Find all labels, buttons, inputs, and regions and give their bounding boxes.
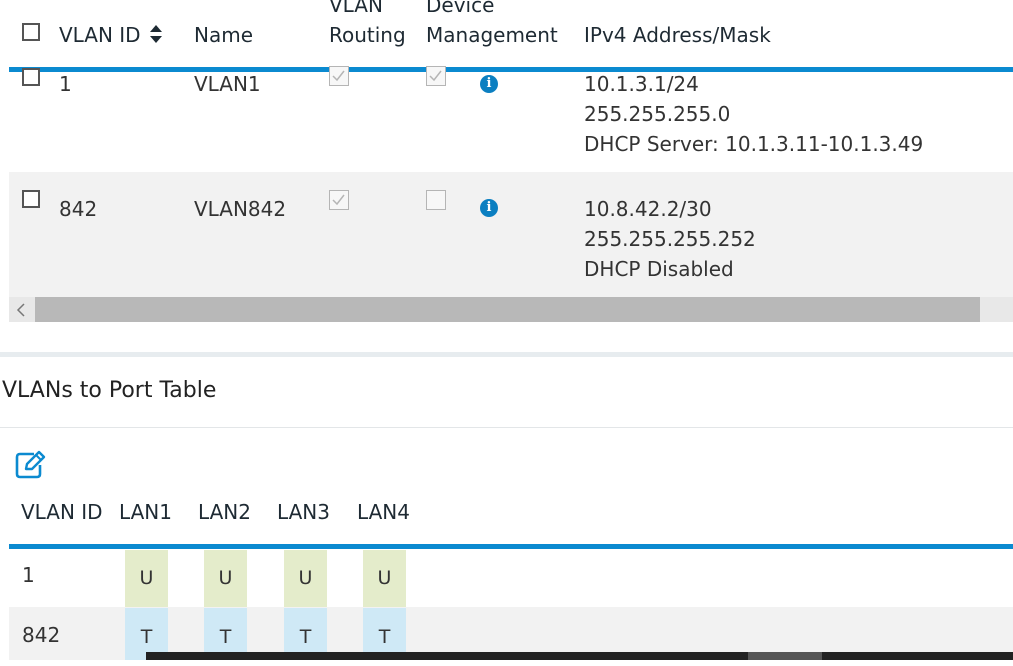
column-header-device-management-line2: Management (426, 23, 558, 47)
port-row-vlan-id: 1 (22, 563, 35, 587)
title-divider (0, 427, 1013, 428)
scrollbar-thumb[interactable] (35, 297, 980, 322)
info-icon[interactable]: i (480, 199, 498, 217)
select-all-checkbox[interactable] (22, 23, 40, 41)
port-tag-untagged: U (363, 550, 406, 607)
column-header-vlan-routing-line2: Routing (329, 23, 406, 47)
column-header-vlan-id-label: VLAN ID (59, 23, 141, 47)
column-header-vlan-routing-line1: VLAN (329, 0, 383, 17)
port-column-header-lan2: LAN2 (198, 500, 251, 524)
row-dhcp-info: DHCP Server: 10.1.3.11-10.1.3.49 (584, 132, 924, 156)
chevron-left-icon[interactable] (13, 301, 31, 319)
port-tag-untagged: U (204, 550, 247, 607)
row-select-checkbox[interactable] (22, 190, 40, 208)
row-dhcp-info: DHCP Disabled (584, 257, 734, 281)
row-vlan-name: VLAN1 (194, 72, 261, 96)
bottom-bar-thumb[interactable] (748, 652, 822, 660)
port-tag-untagged: U (125, 550, 168, 607)
port-tag-untagged: U (284, 550, 327, 607)
port-column-header-lan1: LAN1 (119, 500, 172, 524)
column-header-name: Name (194, 23, 254, 47)
device-management-checkbox[interactable] (426, 190, 446, 210)
row-subnet-mask: 255.255.255.252 (584, 227, 756, 251)
row-vlan-name: VLAN842 (194, 197, 287, 221)
row-vlan-id: 842 (59, 197, 98, 221)
bottom-bar (146, 652, 1013, 660)
section-title: VLANs to Port Table (2, 378, 217, 403)
row-vlan-id: 1 (59, 72, 72, 96)
column-header-ipv4: IPv4 Address/Mask (584, 23, 771, 47)
column-header-device-management-line1: Device (426, 0, 495, 17)
device-management-checkbox (426, 66, 446, 86)
port-column-header-lan3: LAN3 (277, 500, 330, 524)
section-divider (0, 352, 1013, 357)
sort-icon[interactable] (149, 22, 163, 52)
edit-icon[interactable] (14, 450, 46, 480)
port-column-header-lan4: LAN4 (357, 500, 410, 524)
row-subnet-mask: 255.255.255.0 (584, 102, 731, 126)
vlan-routing-checkbox (329, 190, 349, 210)
table-row: 1 VLAN1 i 10.1.3.1/24 255.255.255.0 DHCP… (9, 66, 1013, 172)
row-select-checkbox[interactable] (22, 68, 40, 86)
row-ip-address: 10.1.3.1/24 (584, 72, 699, 96)
vlan-routing-checkbox (329, 66, 349, 86)
column-header-vlan-id[interactable]: VLAN ID (59, 20, 163, 52)
horizontal-scrollbar[interactable] (9, 297, 1013, 322)
port-column-header-vlan-id: VLAN ID (21, 500, 103, 524)
table-row: 842 VLAN842 i 10.8.42.2/30 255.255.255.2… (9, 172, 1013, 297)
row-ip-address: 10.8.42.2/30 (584, 197, 712, 221)
info-icon[interactable]: i (480, 75, 498, 93)
port-row-vlan-id: 842 (22, 623, 61, 647)
